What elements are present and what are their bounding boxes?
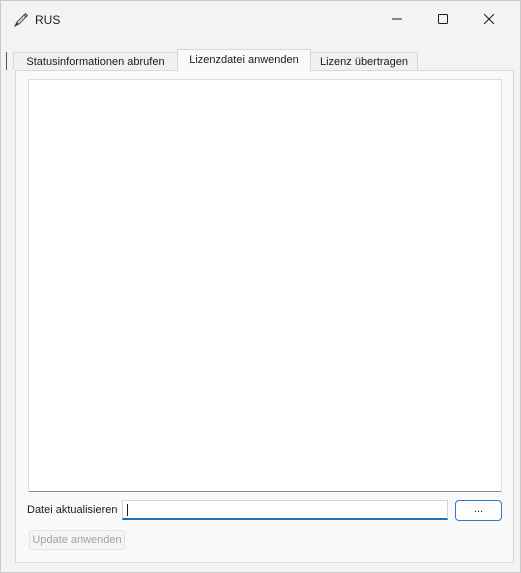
log-output-underline — [29, 491, 501, 492]
maximize-button[interactable] — [420, 1, 466, 39]
window-title: RUS — [35, 13, 61, 27]
tab-statusinformationen[interactable]: Statusinformationen abrufen — [13, 52, 178, 70]
tab-lizenz-uebertragen[interactable]: Lizenz übertragen — [310, 52, 418, 70]
tab-lizenzdatei-anwenden[interactable]: Lizenzdatei anwenden — [177, 49, 311, 71]
update-apply-button[interactable]: Update anwenden — [29, 530, 125, 550]
pen-icon — [13, 12, 29, 28]
title-bar[interactable]: RUS — [1, 1, 520, 39]
app-window: RUS Statusinformationen abrufen Lizenzda… — [0, 0, 521, 573]
close-button[interactable] — [466, 1, 512, 39]
maximize-icon — [438, 13, 448, 27]
text-caret — [127, 504, 128, 516]
tab-panel: Datei aktualisieren ... Update anwenden — [15, 70, 514, 563]
log-output-area[interactable] — [28, 79, 502, 492]
minimize-icon — [392, 13, 402, 27]
close-icon — [483, 13, 495, 27]
tab-strip: Statusinformationen abrufen Lizenzdatei … — [1, 49, 520, 71]
browse-button[interactable]: ... — [455, 500, 502, 521]
file-path-input[interactable] — [122, 500, 448, 520]
file-label: Datei aktualisieren — [27, 504, 118, 516]
minimize-button[interactable] — [374, 1, 420, 39]
